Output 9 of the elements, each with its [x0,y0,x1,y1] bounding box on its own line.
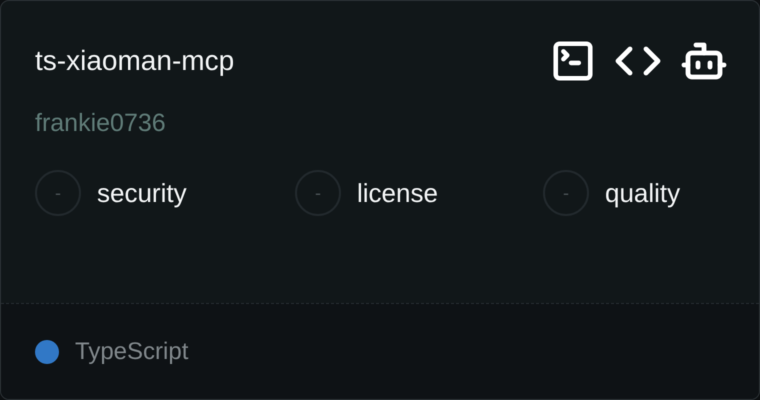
metric-label: security [97,178,187,208]
score-circle: - [35,170,81,216]
language-name: TypeScript [75,338,188,366]
metric-label: quality [605,178,680,208]
score-circle: - [295,170,341,216]
repository-title: ts-xiaoman-mcp [35,45,234,77]
author-name: frankie0736 [35,109,167,138]
score-circle: - [543,170,589,216]
metric-label: license [357,178,438,208]
